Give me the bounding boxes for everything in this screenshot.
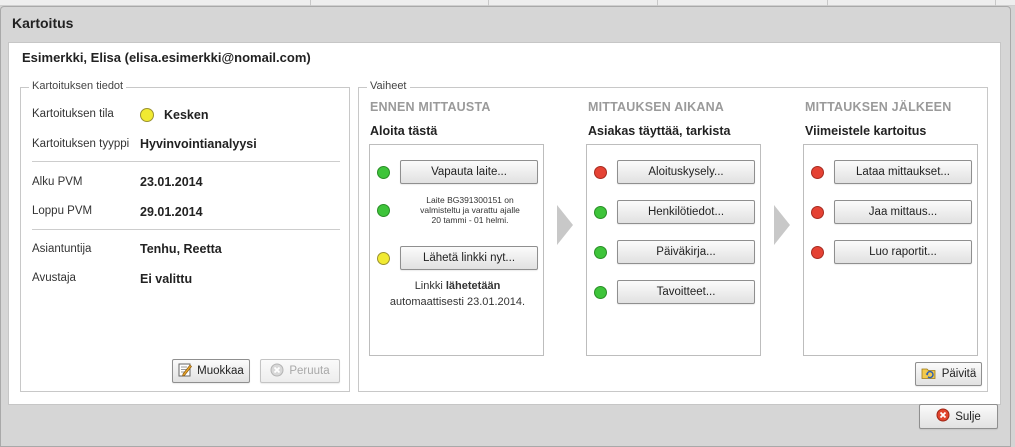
load-measurements-button[interactable]: Lataa mittaukset... <box>834 160 972 184</box>
dialog-content: Esimerkki, Elisa (elisa.esimerkki@nomail… <box>8 42 1001 405</box>
red-circle-x-icon <box>936 408 950 425</box>
status-label: Kartoituksen tila <box>32 108 114 120</box>
phases-group: Vaiheet ENNEN MITTAUSTA Aloita tästä Vap… <box>358 80 988 392</box>
pencil-paper-icon <box>178 363 193 380</box>
refresh-button[interactable]: Päivitä <box>915 362 982 386</box>
assistant-value: Ei valittu <box>140 272 193 286</box>
end-date-value: 29.01.2014 <box>140 205 203 219</box>
phase-after-panel: Lataa mittaukset... Jaa mittaus... Luo r… <box>803 144 978 356</box>
phase-before-panel: Vapauta laite... Laite BG391300151 on va… <box>369 144 544 356</box>
share-measurement-button[interactable]: Jaa mittaus... <box>834 200 972 224</box>
status-dot-red-icon <box>811 166 824 179</box>
status-dot-green-icon <box>594 206 607 219</box>
phase-during-subheading: Asiakas täyttää, tarkista <box>588 124 731 138</box>
edit-button-label: Muokkaa <box>197 365 244 377</box>
status-dot-red-icon <box>594 166 607 179</box>
customer-name: Esimerkki, Elisa (elisa.esimerkki@nomail… <box>22 50 311 65</box>
dialog-title: Kartoitus <box>12 15 74 31</box>
folder-refresh-icon <box>921 366 937 383</box>
link-schedule-note: Linkki lähetetään automaattisesti 23.01.… <box>389 280 526 308</box>
separator <box>32 161 340 162</box>
type-label: Kartoituksen tyyppi <box>32 138 130 150</box>
status-indicator-icon <box>140 108 154 122</box>
phase-after-subheading: Viimeistele kartoitus <box>805 124 927 138</box>
release-device-button[interactable]: Vapauta laite... <box>400 160 538 184</box>
phase-after-heading: MITTAUKSEN JÄLKEEN <box>805 100 952 114</box>
start-date-value: 23.01.2014 <box>140 175 203 189</box>
refresh-button-label: Päivitä <box>941 368 977 380</box>
phase-during-panel: Aloituskysely... Henkilötiedot... Päiväk… <box>586 144 761 356</box>
edit-button[interactable]: Muokkaa <box>172 359 250 383</box>
close-button[interactable]: Sulje <box>919 404 998 429</box>
cancel-button-label: Peruuta <box>289 365 330 377</box>
kartoitus-dialog: Kartoitus Esimerkki, Elisa (elisa.esimer… <box>0 6 1011 447</box>
create-reports-button[interactable]: Luo raportit... <box>834 240 972 264</box>
status-dot-yellow-icon <box>377 252 390 265</box>
goals-button[interactable]: Tavoitteet... <box>617 280 755 304</box>
expert-label: Asiantuntija <box>32 243 92 255</box>
start-date-label: Alku PVM <box>32 176 83 188</box>
separator <box>32 229 340 230</box>
close-button-label: Sulje <box>955 410 981 423</box>
assistant-label: Avustaja <box>32 272 76 284</box>
phase-arrow-icon <box>557 205 573 245</box>
start-survey-button[interactable]: Aloituskysely... <box>617 160 755 184</box>
phases-legend: Vaiheet <box>367 80 410 92</box>
phase-during-heading: MITTAUKSEN AIKANA <box>588 100 725 114</box>
send-link-button[interactable]: Lähetä linkki nyt... <box>400 246 538 270</box>
assessment-info-legend: Kartoituksen tiedot <box>29 80 127 92</box>
phase-before-heading: ENNEN MITTAUSTA <box>370 100 491 114</box>
expert-value: Tenhu, Reetta <box>140 242 222 256</box>
status-dot-red-icon <box>811 206 824 219</box>
status-dot-green-icon <box>594 286 607 299</box>
phase-arrow-icon <box>774 205 790 245</box>
circle-x-icon <box>270 363 284 380</box>
status-dot-green-icon <box>377 204 390 217</box>
status-dot-red-icon <box>811 246 824 259</box>
diary-button[interactable]: Päiväkirja... <box>617 240 755 264</box>
device-reservation-note: Laite BG391300151 on valmisteltu ja vara… <box>420 195 520 225</box>
personal-info-button[interactable]: Henkilötiedot... <box>617 200 755 224</box>
cancel-button[interactable]: Peruuta <box>260 359 340 383</box>
status-value: Kesken <box>164 108 209 122</box>
type-value: Hyvinvointianalyysi <box>140 137 257 151</box>
status-dot-green-icon <box>594 246 607 259</box>
status-dot-green-icon <box>377 166 390 179</box>
assessment-info-group: Kartoituksen tiedot Kartoituksen tila Ke… <box>20 80 350 392</box>
phase-before-subheading: Aloita tästä <box>370 124 438 138</box>
end-date-label: Loppu PVM <box>32 205 93 217</box>
